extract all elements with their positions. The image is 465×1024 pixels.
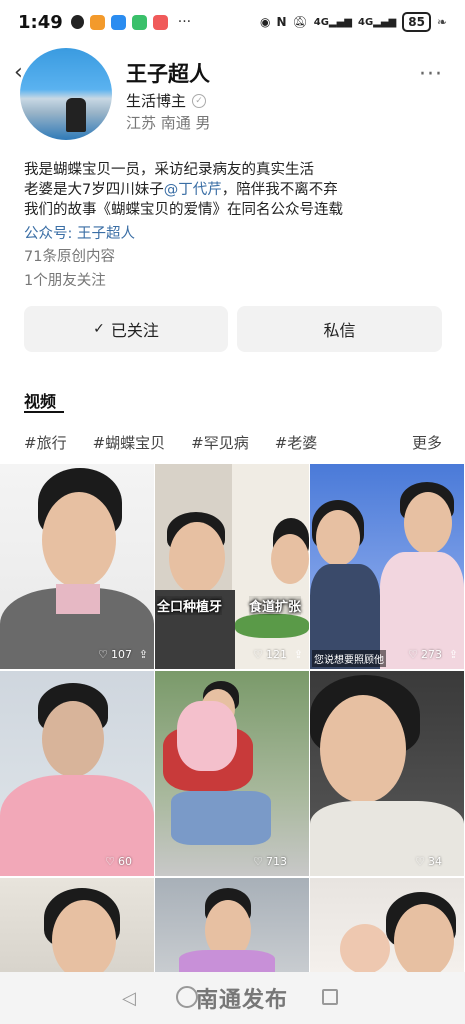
like-count: ♡ 121 (253, 648, 287, 661)
avatar[interactable] (20, 48, 112, 140)
message-label: 私信 (323, 321, 356, 340)
more-notifications-icon: ··· (177, 14, 192, 30)
bio-line-3: 我们的故事《蝴蝶宝贝的爱情》在同名公众号连载 (24, 202, 343, 218)
watermark-text: 南通发布 (196, 988, 289, 1013)
tab-underline (24, 411, 64, 413)
status-time: 1:49 (18, 11, 63, 33)
like-count: ♡ 273 (408, 648, 442, 661)
like-count: ♡ 107 (98, 648, 132, 661)
video-tile[interactable]: ♡ 34 (310, 671, 464, 876)
nfc-icon: N (276, 15, 287, 29)
video-tile[interactable] (155, 878, 309, 972)
message-button[interactable]: 私信 (237, 306, 442, 352)
followed-button[interactable]: ✓ 已关注 (24, 306, 228, 352)
app-green-icon (131, 14, 147, 30)
app-blue-icon (110, 14, 126, 30)
like-count: ♡ 713 (253, 855, 287, 868)
thumbnail-face-2 (271, 534, 309, 584)
like-count: ♡ 34 (415, 855, 442, 868)
nav-home-icon[interactable] (176, 986, 198, 1008)
pin-icon: ⇪ (293, 648, 303, 661)
bio-line-2-b: ，陪伴我不离不弃 (221, 182, 338, 198)
mute-icon: 🔕︎ (292, 15, 308, 29)
more-tags-button[interactable]: 更多 (412, 432, 442, 453)
original-count: 71条原创内容 (24, 249, 115, 265)
thumbnail-child (177, 701, 237, 771)
system-nav-bar: ◁ 南通发布 (0, 972, 465, 1024)
pin-icon: ⇪ (138, 648, 148, 661)
caption-left: 全口种植牙 (157, 596, 223, 615)
verified-icon[interactable]: ✓ (192, 93, 207, 108)
status-app-icons: ··· (70, 14, 192, 30)
hashtag-rare-disease[interactable]: #罕见病 (191, 432, 249, 453)
thumbnail-face (320, 695, 406, 803)
thumbnail-face (316, 510, 360, 566)
more-options-icon[interactable]: ··· (419, 62, 443, 87)
thumbnail-shirt (179, 950, 275, 972)
video-tile[interactable]: ♡ 60 (0, 671, 154, 876)
thumbnail-face (52, 900, 116, 972)
signal-1: 4G▂▄▆ (313, 16, 352, 28)
video-tile[interactable]: ♡ 107 ⇪ (0, 464, 154, 669)
eye-icon: ◉ (259, 15, 271, 29)
thumbnail-face (169, 522, 225, 594)
video-tile[interactable]: ♡ 713 (155, 671, 309, 876)
profile-location: 江苏 南通 男 (126, 114, 211, 132)
followed-label: 已关注 (110, 321, 159, 340)
hashtag-wife[interactable]: #老婆 (275, 432, 318, 453)
video-tile[interactable]: 全口种植牙 食道扩张 ♡ 121 ⇪ (155, 464, 309, 669)
bio-line-2: 老婆是大7岁四川妹子@丁代芹，陪伴我不离不弃 (24, 180, 454, 200)
profile-name: 王子超人 (126, 62, 210, 86)
video-tile[interactable]: 您说想要照顾他 ♡ 273 ⇪ (310, 464, 464, 669)
app-red-icon (152, 14, 168, 30)
check-icon: ✓ (93, 321, 105, 337)
video-tile[interactable] (310, 878, 464, 972)
app-orange-icon (89, 14, 105, 30)
hashtag-travel[interactable]: #旅行 (24, 432, 67, 453)
profile-bio: 我是蝴蝶宝贝一员，采访纪录病友的真实生活 老婆是大7岁四川妹子@丁代芹，陪伴我不… (24, 160, 454, 220)
nav-back-icon[interactable]: ◁ (122, 988, 136, 1009)
video-subtitle: 您说想要照顾他 (312, 650, 386, 667)
video-tile[interactable] (0, 878, 154, 972)
back-arrow-icon[interactable]: ‹ (14, 60, 23, 85)
caption-right: 食道扩张 (249, 596, 302, 615)
bio-line-2-a: 老婆是大7岁四川妹子 (24, 182, 164, 198)
hashtag-row: #旅行 #蝴蝶宝贝 #罕见病 #老婆 更多 (24, 432, 442, 453)
nav-recents-icon[interactable] (322, 989, 338, 1005)
bio-line-1: 我是蝴蝶宝贝一员，采访纪录病友的真实生活 (24, 162, 314, 178)
thumbnail-face (42, 492, 116, 588)
like-count: ♡ 60 (105, 855, 132, 868)
thumbnail-face-2 (404, 492, 452, 554)
thumbnail-jeans (171, 791, 271, 845)
friends-follow[interactable]: 1个朋友关注 (24, 269, 106, 290)
status-right: ◉ N 🔕︎ 4G▂▄▆ 4G▂▄▆ 85 ❧ (260, 12, 447, 32)
public-account-link[interactable]: 公众号: 王子超人 (24, 222, 135, 243)
profile-role: 生活博主 ✓ (126, 90, 207, 111)
hashtag-butterfly[interactable]: #蝴蝶宝贝 (93, 432, 166, 453)
thumbnail-collar (56, 584, 100, 614)
thumbnail-dishes (235, 614, 309, 638)
tab-video[interactable]: 视频 (24, 388, 56, 412)
battery-indicator: 85 (402, 12, 431, 32)
thumbnail-baby-face (340, 924, 390, 972)
qq-icon (70, 15, 84, 29)
charging-icon: ❧ (436, 15, 447, 29)
signal-2: 4G▂▄▆ (357, 16, 397, 28)
thumbnail-face (394, 904, 454, 972)
thumbnail-face (42, 701, 104, 777)
avatar-person (66, 98, 86, 132)
profile-role-label: 生活博主 (126, 92, 187, 110)
mention-link[interactable]: @丁代芹 (164, 182, 222, 198)
pin-icon: ⇪ (448, 648, 458, 661)
status-bar: 1:49 ··· ◉ N 🔕︎ 4G▂▄▆ 4G▂▄▆ 85 ❧ (0, 0, 465, 44)
